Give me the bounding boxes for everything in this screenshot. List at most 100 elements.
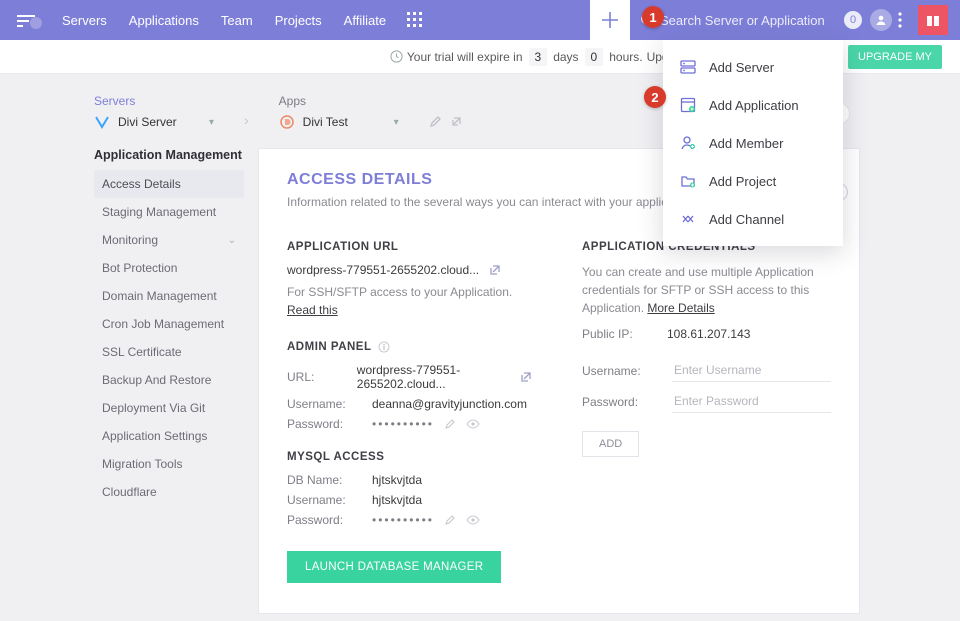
edit-icon[interactable] [444, 514, 456, 526]
sidebar-item-deployment-via-git[interactable]: Deployment Via Git [94, 394, 244, 422]
add-menu-add-member[interactable]: Add Member [663, 124, 843, 162]
public-ip-value: 108.61.207.143 [667, 327, 750, 341]
eye-icon[interactable] [466, 515, 480, 525]
callout-1: 1 [642, 6, 664, 28]
info-icon[interactable] [378, 341, 390, 353]
add-menu-add-project[interactable]: Add Project [663, 162, 843, 200]
public-ip-label: Public IP: [582, 327, 657, 341]
add-menu-item-label: Add Project [709, 174, 776, 189]
sidebar-item-cloudflare[interactable]: Cloudflare [94, 478, 244, 506]
mysql-pass-label: Password: [287, 513, 362, 527]
app-url-value: wordpress-779551-2655202.cloud... [287, 263, 479, 277]
sidebar-item-cron-job-management[interactable]: Cron Job Management [94, 310, 244, 338]
add-menu-item-label: Add Server [709, 60, 774, 75]
sidebar-title: Application Management [94, 148, 244, 162]
server-icon [679, 58, 697, 76]
sidebar: Application Management Access Details Sta… [94, 148, 244, 614]
add-menu-item-label: Add Channel [709, 212, 784, 227]
cred-username-input[interactable] [672, 359, 831, 382]
sidebar-item-label: Backup And Restore [102, 373, 211, 387]
upgrade-button[interactable]: UPGRADE MY [848, 45, 942, 69]
admin-user-label: Username: [287, 397, 362, 411]
nav-team[interactable]: Team [213, 9, 261, 32]
external-link-icon[interactable] [489, 264, 501, 276]
cred-password-input[interactable] [672, 390, 831, 413]
chevron-down-icon: ▾ [209, 117, 214, 128]
member-icon [679, 134, 697, 152]
app-select[interactable]: Divi Test ▾ [279, 114, 399, 130]
crumb-servers: Servers Divi Server ▾ [94, 94, 214, 130]
sidebar-item-label: Monitoring [102, 233, 158, 247]
sidebar-item-application-settings[interactable]: Application Settings [94, 422, 244, 450]
edit-icon[interactable] [429, 115, 442, 128]
apps-grid-icon[interactable] [404, 9, 426, 31]
admin-user-value: deanna@gravityjunction.com [372, 397, 527, 411]
sidebar-item-label: Staging Management [102, 205, 216, 219]
left-column: APPLICATION URL wordpress-779551-2655202… [287, 231, 532, 583]
vultr-icon [94, 114, 110, 130]
chevron-down-icon: ▾ [394, 117, 399, 128]
add-credential-button[interactable]: ADD [582, 431, 639, 457]
trial-prefix: Your trial will expire in [407, 50, 523, 64]
add-button[interactable] [590, 0, 630, 40]
add-menu-item-label: Add Member [709, 136, 783, 151]
add-menu-add-channel[interactable]: Add Channel [663, 200, 843, 238]
add-menu-item-label: Add Application [709, 98, 799, 113]
project-icon [679, 172, 697, 190]
more-menu-icon[interactable] [898, 12, 912, 28]
nav-applications[interactable]: Applications [121, 9, 207, 32]
section-title-app-url: APPLICATION URL [287, 241, 532, 253]
notification-count[interactable]: 0 [844, 11, 862, 29]
server-select[interactable]: Divi Server ▾ [94, 114, 214, 130]
sidebar-item-bot-protection[interactable]: Bot Protection [94, 254, 244, 282]
primary-nav: Servers Applications Team Projects Affil… [54, 9, 394, 32]
read-this-link[interactable]: Read this [287, 303, 338, 317]
trial-hours-number: 0 [585, 48, 604, 66]
nav-affiliate[interactable]: Affiliate [336, 9, 394, 32]
search-input[interactable] [660, 13, 840, 28]
add-menu-add-server[interactable]: Add Server [663, 48, 843, 86]
sidebar-item-label: Bot Protection [102, 261, 177, 275]
gift-icon[interactable] [918, 5, 948, 35]
mysql-db-label: DB Name: [287, 473, 362, 487]
sidebar-item-monitoring[interactable]: Monitoring ⌄ [94, 226, 244, 254]
external-link-icon[interactable] [450, 115, 463, 128]
avatar[interactable] [870, 9, 892, 31]
add-menu-add-application[interactable]: Add Application [663, 86, 843, 124]
external-link-icon[interactable] [520, 371, 532, 383]
nav-projects[interactable]: Projects [267, 9, 330, 32]
sidebar-item-label: Domain Management [102, 289, 217, 303]
sidebar-item-domain-management[interactable]: Domain Management [94, 282, 244, 310]
sidebar-item-staging-management[interactable]: Staging Management [94, 198, 244, 226]
eye-icon[interactable] [466, 419, 480, 429]
mysql-user-value: hjtskvjtda [372, 493, 422, 507]
topbar: Servers Applications Team Projects Affil… [0, 0, 960, 40]
more-details-link[interactable]: More Details [647, 301, 714, 315]
sidebar-item-migration-tools[interactable]: Migration Tools [94, 450, 244, 478]
nav-servers[interactable]: Servers [54, 9, 115, 32]
sidebar-item-label: Cron Job Management [102, 317, 224, 331]
launch-db-manager-button[interactable]: LAUNCH DATABASE MANAGER [287, 551, 501, 583]
crumb-apps-label: Apps [279, 94, 399, 108]
right-column: APPLICATION CREDENTIALS You can create a… [582, 231, 831, 583]
divi-icon [279, 114, 295, 130]
edit-icon[interactable] [444, 418, 456, 430]
section-title-admin: ADMIN PANEL [287, 341, 372, 353]
sidebar-item-access-details[interactable]: Access Details [94, 170, 244, 198]
admin-pass-masked: •••••••••• [372, 417, 434, 431]
brand-logo[interactable] [8, 0, 48, 40]
sidebar-item-ssl-certificate[interactable]: SSL Certificate [94, 338, 244, 366]
mysql-user-label: Username: [287, 493, 362, 507]
trial-hours-label: hours. [609, 50, 642, 64]
trial-days-label: days [553, 50, 578, 64]
chevron-down-icon: ⌄ [228, 235, 236, 246]
sidebar-item-backup-and-restore[interactable]: Backup And Restore [94, 366, 244, 394]
crumb-servers-label: Servers [94, 94, 214, 108]
app-name: Divi Test [303, 115, 348, 129]
sidebar-item-label: Application Settings [102, 429, 207, 443]
sidebar-item-label: Migration Tools [102, 457, 182, 471]
channel-icon [679, 210, 697, 228]
sidebar-item-label: SSL Certificate [102, 345, 182, 359]
breadcrumb-separator: › [244, 112, 249, 130]
section-title-mysql: MYSQL ACCESS [287, 451, 532, 463]
